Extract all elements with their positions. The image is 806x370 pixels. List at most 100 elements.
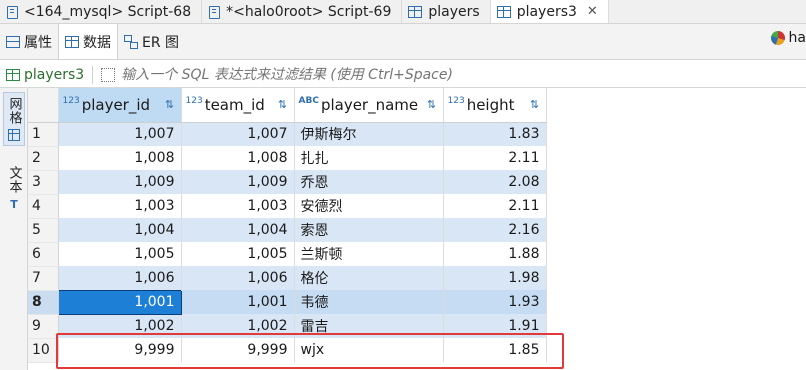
cell-player-name[interactable]: 乔恩 [294,170,444,194]
row-number[interactable]: 6 [28,242,59,267]
cell-player-id[interactable]: 1,003 [58,194,182,218]
tab-label: players3 [516,3,577,20]
close-icon[interactable]: ✕ [587,4,598,19]
sort-filter-icon[interactable]: ⇅ [425,98,439,112]
toolbar-right-label: ha [788,30,806,46]
cell-team-id[interactable]: 1,001 [181,290,295,314]
cell-height[interactable]: 2.08 [443,170,547,194]
table-row[interactable]: 9 1,002 1,002 雷吉 1.91 [28,314,547,339]
table-row[interactable]: 7 1,006 1,006 格伦 1.98 [28,266,547,291]
results-table: 123 player_id ⇅ 123 team_id ⇅ ABC player_na… [28,88,547,363]
sort-filter-icon[interactable]: ⇅ [276,98,290,112]
tab-script-69[interactable]: *<halo0root> Script-69 [202,0,403,23]
row-number[interactable]: 8 [28,290,59,315]
cell-player-id[interactable]: 1,007 [58,122,182,146]
table-icon [408,5,423,18]
cell-player-name[interactable]: 伊斯梅尔 [294,122,444,146]
tab-players3[interactable]: players3 ✕ [490,0,609,23]
cell-player-id[interactable]: 1,004 [58,218,182,242]
row-number[interactable]: 10 [28,338,59,363]
cell-player-id[interactable]: 1,006 [58,266,182,290]
sort-filter-icon[interactable]: ⇅ [163,98,177,112]
filter-source-label: players3 [24,66,85,83]
cell-height[interactable]: 1.88 [443,242,547,266]
cell-team-id[interactable]: 1,008 [181,146,295,170]
row-number[interactable]: 5 [28,218,59,243]
type-tag: ABC [298,95,319,106]
cell-player-id[interactable]: 1,009 [58,170,182,194]
cell-player-name[interactable]: wjx [294,338,444,362]
cell-player-id[interactable]: 1,001 [57,289,182,315]
row-number[interactable]: 3 [28,170,59,195]
cell-height[interactable]: 1.85 [443,338,547,362]
filter-source[interactable]: players3 [6,67,84,83]
table-row[interactable]: 1 1,007 1,007 伊斯梅尔 1.83 [28,122,547,147]
row-number[interactable]: 7 [28,266,59,291]
cell-player-name[interactable]: 格伦 [294,266,444,290]
cell-team-id[interactable]: 1,007 [181,122,295,146]
filter-input[interactable] [121,66,806,83]
cell-team-id[interactable]: 1,002 [181,314,295,338]
toolbar-right-button[interactable]: ha [770,30,806,46]
table-row[interactable]: 8 1,001 1,001 韦德 1.93 [28,289,547,315]
filter-expression-icon[interactable] [101,67,116,82]
column-name: player_id [81,95,151,114]
cell-team-id[interactable]: 1,004 [181,218,295,242]
cell-height[interactable]: 1.93 [443,290,547,314]
cell-player-name[interactable]: 安德烈 [294,194,444,218]
table-row[interactable]: 10 9,999 9,999 wjx 1.85 [28,338,547,363]
properties-icon [6,35,20,48]
table-row[interactable]: 3 1,009 1,009 乔恩 2.08 [28,170,547,195]
table-icon [65,35,79,48]
subtab-data[interactable]: 数据 [58,24,118,59]
subtab-properties[interactable]: 属性 [0,24,58,59]
cell-player-name[interactable]: 兰斯顿 [294,242,444,266]
cell-player-name[interactable]: 索恩 [294,218,444,242]
column-header-player-id[interactable]: 123 player_id ⇅ [58,88,182,123]
cell-height[interactable]: 1.98 [443,266,547,290]
table-row[interactable]: 4 1,003 1,003 安德烈 2.11 [28,194,547,219]
cell-player-name[interactable]: 扎扎 [294,146,444,170]
column-header-team-id[interactable]: 123 team_id ⇅ [181,88,295,123]
view-tab-text[interactable]: 文本 T [3,166,25,211]
cell-height[interactable]: 2.16 [443,218,547,242]
cell-team-id[interactable]: 1,005 [181,242,295,266]
cell-player-name[interactable]: 雷吉 [294,314,444,338]
cell-player-id[interactable]: 1,002 [58,314,182,338]
cell-height[interactable]: 2.11 [443,146,547,170]
cell-height[interactable]: 1.83 [443,122,547,146]
tab-players[interactable]: players [402,0,491,23]
sort-filter-icon[interactable]: ⇅ [528,98,542,112]
cell-height[interactable]: 1.91 [443,314,547,338]
cell-player-id[interactable]: 1,005 [58,242,182,266]
results-grid: 123 player_id ⇅ 123 team_id ⇅ ABC player_na… [28,88,547,363]
column-header-player-name[interactable]: ABC player_name ⇅ [294,88,444,123]
cell-team-id[interactable]: 9,999 [181,338,295,362]
table-row[interactable]: 6 1,005 1,005 兰斯顿 1.88 [28,242,547,267]
cell-player-id[interactable]: 1,008 [58,146,182,170]
column-header-height[interactable]: 123 height ⇅ [443,88,547,123]
view-tab-grid[interactable]: 网格 [3,92,25,146]
row-number[interactable]: 4 [28,194,59,219]
tab-label: <164_mysql> Script-68 [24,3,192,20]
text-view-icon: T [10,198,18,211]
view-mode-strip: 网格 文本 T [0,88,28,370]
cell-team-id[interactable]: 1,003 [181,194,295,218]
cell-team-id[interactable]: 1,009 [181,170,295,194]
row-number[interactable]: 9 [28,314,59,339]
tab-script-68[interactable]: <164_mysql> Script-68 [0,0,203,23]
cell-height[interactable]: 2.11 [443,194,547,218]
cell-player-name[interactable]: 韦德 [294,290,444,314]
row-number[interactable]: 2 [28,146,59,171]
subtab-er-diagram[interactable]: ER 图 [118,24,185,59]
cell-player-id[interactable]: 9,999 [58,338,182,362]
cell-team-id[interactable]: 1,006 [181,266,295,290]
type-tag: 123 [447,95,465,106]
subtab-label: ER 图 [142,34,180,51]
tab-label: *<halo0root> Script-69 [226,3,392,20]
type-tag: 123 [185,95,203,106]
table-row[interactable]: 5 1,004 1,004 索恩 2.16 [28,218,547,243]
row-number[interactable]: 1 [28,122,59,147]
table-header-row: 123 player_id ⇅ 123 team_id ⇅ ABC player_na… [28,88,547,123]
table-row[interactable]: 2 1,008 1,008 扎扎 2.11 [28,146,547,171]
